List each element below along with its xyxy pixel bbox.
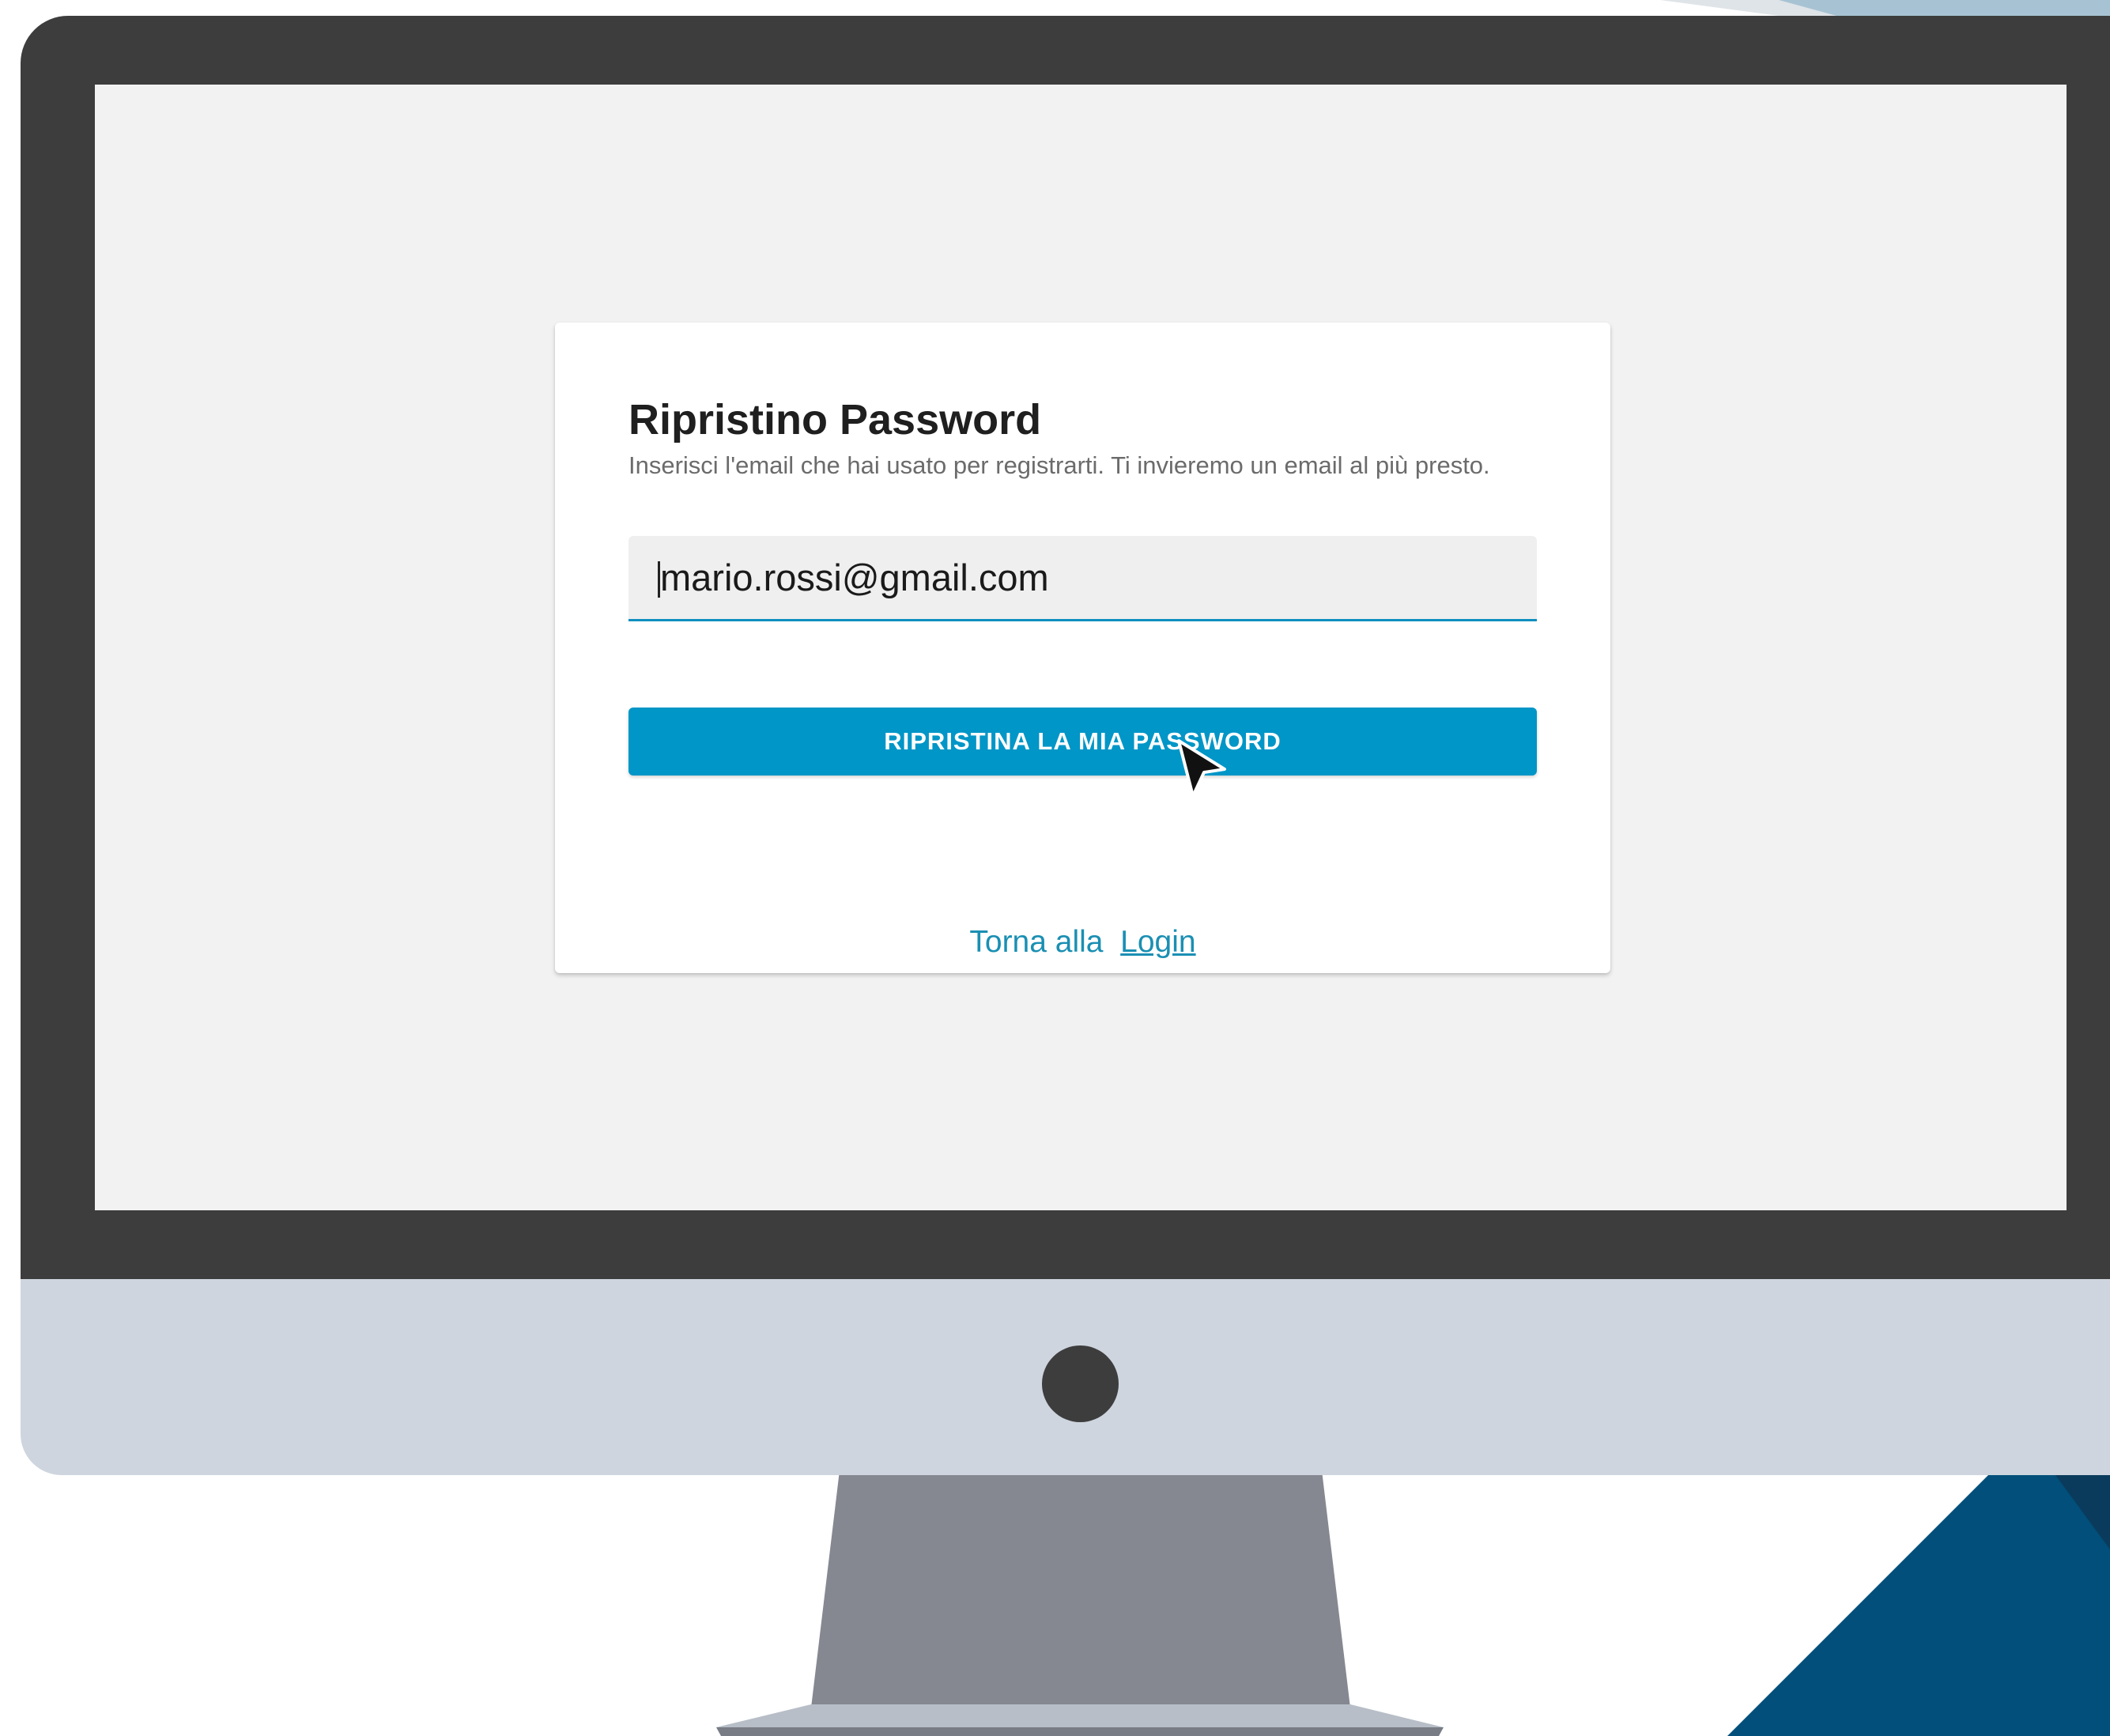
email-field[interactable] [628, 536, 1537, 621]
email-input[interactable] [660, 547, 1514, 607]
stand-base-edge [716, 1727, 1444, 1736]
back-to-login-space [1112, 925, 1120, 959]
monitor-screen: Ripristino Password Inserisci l'email ch… [95, 85, 2067, 1210]
stand-base [716, 1704, 1444, 1727]
page-subtitle: Inserisci l'email che hai usato per regi… [628, 451, 1490, 479]
back-to-login-text: Torna alla [969, 925, 1104, 959]
monitor-logo-dot [1042, 1345, 1119, 1422]
page-title: Ripristino Password [628, 396, 1042, 443]
login-link[interactable]: Login [1120, 925, 1195, 959]
stand-neck [811, 1470, 1350, 1708]
mouse-pointer-icon [1177, 739, 1226, 798]
back-to-login-row: Torna alla Login [555, 925, 1610, 960]
reset-password-card: Ripristino Password Inserisci l'email ch… [555, 323, 1610, 973]
reset-password-button[interactable]: RIPRISTINA LA MIA PASSWORD [628, 708, 1537, 776]
